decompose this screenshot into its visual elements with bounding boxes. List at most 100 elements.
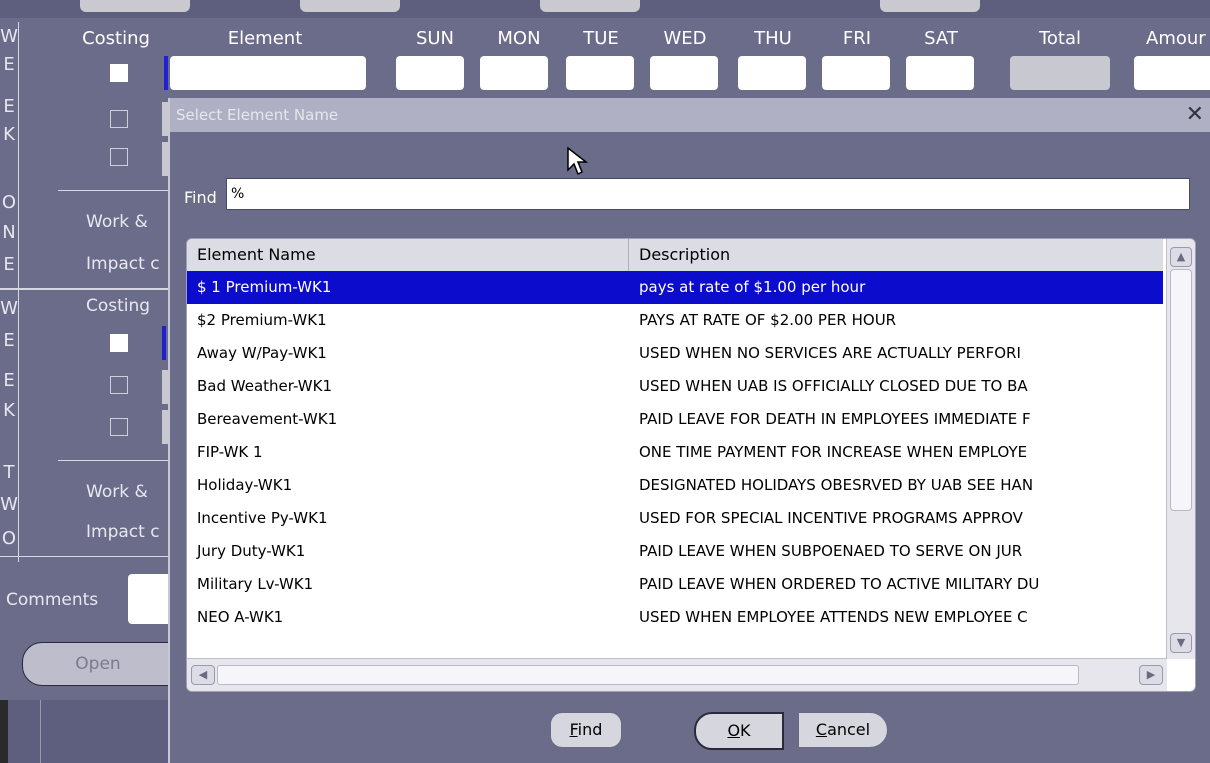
column-header-element-name[interactable]: Element Name xyxy=(187,239,629,271)
list-row[interactable]: Military Lv-WK1 PAID LEAVE WHEN ORDERED T… xyxy=(187,568,1163,601)
vertical-scroll-thumb[interactable] xyxy=(1170,269,1192,511)
cancel-button[interactable]: Cancel xyxy=(798,712,888,748)
comments-field[interactable] xyxy=(128,574,172,624)
list-row[interactable]: Jury Duty-WK1 PAID LEAVE WHEN SUBPOENAED … xyxy=(187,535,1163,568)
list-row[interactable]: Bereavement-WK1 PAID LEAVE FOR DEATH IN E… xyxy=(187,403,1163,436)
top-field-4[interactable] xyxy=(880,0,980,12)
week-divider xyxy=(0,288,168,290)
element-list[interactable]: Element Name Description $ 1 Premium-WK1… xyxy=(186,238,1196,692)
close-icon[interactable]: ✕ xyxy=(1186,98,1204,132)
work-label: Work & xyxy=(86,482,148,502)
ok-button[interactable]: OK xyxy=(694,712,784,750)
sidebar-letter: K xyxy=(3,400,15,421)
impact-label: Impact c xyxy=(86,254,160,274)
bottom-panel xyxy=(0,700,168,763)
description-cell: PAID LEAVE WHEN SUBPOENAED TO SERVE ON J… xyxy=(639,542,1023,560)
section-divider xyxy=(58,460,168,461)
ok-button-mnemonic: O xyxy=(727,721,741,740)
list-row[interactable]: Holiday-WK1 DESIGNATED HOLIDAYS OBESRVED … xyxy=(187,469,1163,502)
total-field xyxy=(1010,56,1110,90)
dialog-title: Select Element Name xyxy=(176,106,339,124)
element-name-cell: FIP-WK 1 xyxy=(197,443,263,461)
description-cell: USED WHEN UAB IS OFFICIALLY CLOSED DUE T… xyxy=(639,377,1028,395)
description-cell: PAID LEAVE FOR DEATH IN EMPLOYEES IMMEDI… xyxy=(639,410,1031,428)
sidebar-letter: K xyxy=(3,124,15,145)
scroll-left-icon[interactable]: ◀ xyxy=(191,665,215,685)
dialog-titlebar[interactable]: Select Element Name ✕ xyxy=(170,98,1210,132)
top-field-1[interactable] xyxy=(80,0,190,12)
find-button-label: ind xyxy=(577,720,603,739)
fri-field[interactable] xyxy=(822,56,890,90)
scroll-down-icon[interactable]: ▼ xyxy=(1170,633,1192,653)
sidebar-letter: W xyxy=(0,26,18,47)
element-name-cell: Away W/Pay-WK1 xyxy=(197,344,327,362)
work-label: Work & xyxy=(86,212,148,232)
sidebar-letter: O xyxy=(1,192,17,213)
amount-field[interactable] xyxy=(1134,56,1210,90)
header-element: Element xyxy=(227,28,303,49)
header-sat: SAT xyxy=(924,28,958,49)
costing-label: Costing xyxy=(86,296,151,316)
costing-checkbox[interactable] xyxy=(110,418,128,436)
sidebar-letter: E xyxy=(3,370,15,391)
scroll-up-icon[interactable]: ▲ xyxy=(1170,247,1192,267)
horizontal-scrollbar[interactable]: ◀ ▶ xyxy=(187,658,1167,691)
description-cell: ONE TIME PAYMENT FOR INCREASE WHEN EMPLO… xyxy=(639,443,1028,461)
element-name-cell: Military Lv-WK1 xyxy=(197,575,314,593)
top-field-2[interactable] xyxy=(300,0,400,12)
vertical-scrollbar[interactable]: ▲ ▼ xyxy=(1166,239,1195,659)
top-field-3[interactable] xyxy=(540,0,640,12)
tue-field[interactable] xyxy=(566,56,634,90)
element-name-cell: NEO A-WK1 xyxy=(197,608,284,626)
find-button[interactable]: Find xyxy=(550,712,622,748)
sat-field[interactable] xyxy=(906,56,974,90)
element-field[interactable] xyxy=(170,56,366,90)
list-row[interactable]: FIP-WK 1 ONE TIME PAYMENT FOR INCREASE WH… xyxy=(187,436,1163,469)
description-cell: PAYS AT RATE OF $2.00 PER HOUR xyxy=(639,311,897,329)
bottom-edge xyxy=(0,700,8,763)
description-cell: USED FOR SPECIAL INCENTIVE PROGRAMS APPR… xyxy=(639,509,1023,527)
find-input[interactable] xyxy=(226,178,1190,210)
horizontal-scroll-thumb[interactable] xyxy=(217,665,1079,685)
costing-checkbox[interactable] xyxy=(110,110,128,128)
mon-field[interactable] xyxy=(480,56,548,90)
section-divider xyxy=(58,190,168,191)
header-costing: Costing xyxy=(82,28,150,49)
thu-field[interactable] xyxy=(738,56,806,90)
header-thu: THU xyxy=(754,28,792,49)
header-wed: WED xyxy=(663,28,707,49)
scroll-right-icon[interactable]: ▶ xyxy=(1139,665,1163,685)
sun-field[interactable] xyxy=(396,56,464,90)
wed-field[interactable] xyxy=(650,56,718,90)
sidebar-letter: E xyxy=(3,96,15,117)
list-rows: $ 1 Premium-WK1 pays at rate of $1.00 per… xyxy=(187,271,1163,634)
list-row[interactable]: $2 Premium-WK1 PAYS AT RATE OF $2.00 PER … xyxy=(187,304,1163,337)
sidebar-letter: N xyxy=(2,222,16,243)
header-sun: SUN xyxy=(415,28,455,49)
description-cell: PAID LEAVE WHEN ORDERED TO ACTIVE MILITA… xyxy=(639,575,1040,593)
sidebar-letter: E xyxy=(3,254,15,275)
list-row[interactable]: Bad Weather-WK1 USED WHEN UAB IS OFFICIAL… xyxy=(187,370,1163,403)
element-name-cell: $2 Premium-WK1 xyxy=(197,311,327,329)
list-row[interactable]: $ 1 Premium-WK1 pays at rate of $1.00 per… xyxy=(187,271,1163,304)
week-divider xyxy=(0,556,168,557)
cancel-button-mnemonic: C xyxy=(815,720,828,739)
element-name-cell: Incentive Py-WK1 xyxy=(197,509,328,527)
list-row[interactable]: NEO A-WK1 USED WHEN EMPLOYEE ATTENDS NEW … xyxy=(187,601,1163,634)
comments-label: Comments xyxy=(6,590,99,610)
costing-checkbox[interactable] xyxy=(110,64,128,82)
header-mon: MON xyxy=(497,28,541,49)
open-button[interactable]: Open xyxy=(22,642,174,686)
costing-checkbox[interactable] xyxy=(110,334,128,352)
ok-button-label: K xyxy=(740,721,751,740)
list-row[interactable]: Away W/Pay-WK1 USED WHEN NO SERVICES ARE … xyxy=(187,337,1163,370)
sidebar-letter: W xyxy=(0,494,18,515)
sidebar-letter: E xyxy=(3,330,15,351)
costing-checkbox[interactable] xyxy=(110,376,128,394)
list-row[interactable]: Incentive Py-WK1 USED FOR SPECIAL INCENTI… xyxy=(187,502,1163,535)
select-element-dialog: Select Element Name ✕ Find Element Name … xyxy=(168,98,1210,763)
header-amount: Amour xyxy=(1146,28,1206,49)
costing-checkbox[interactable] xyxy=(110,148,128,166)
column-header-description[interactable]: Description xyxy=(629,239,1163,271)
sidebar-letter: E xyxy=(3,54,15,75)
